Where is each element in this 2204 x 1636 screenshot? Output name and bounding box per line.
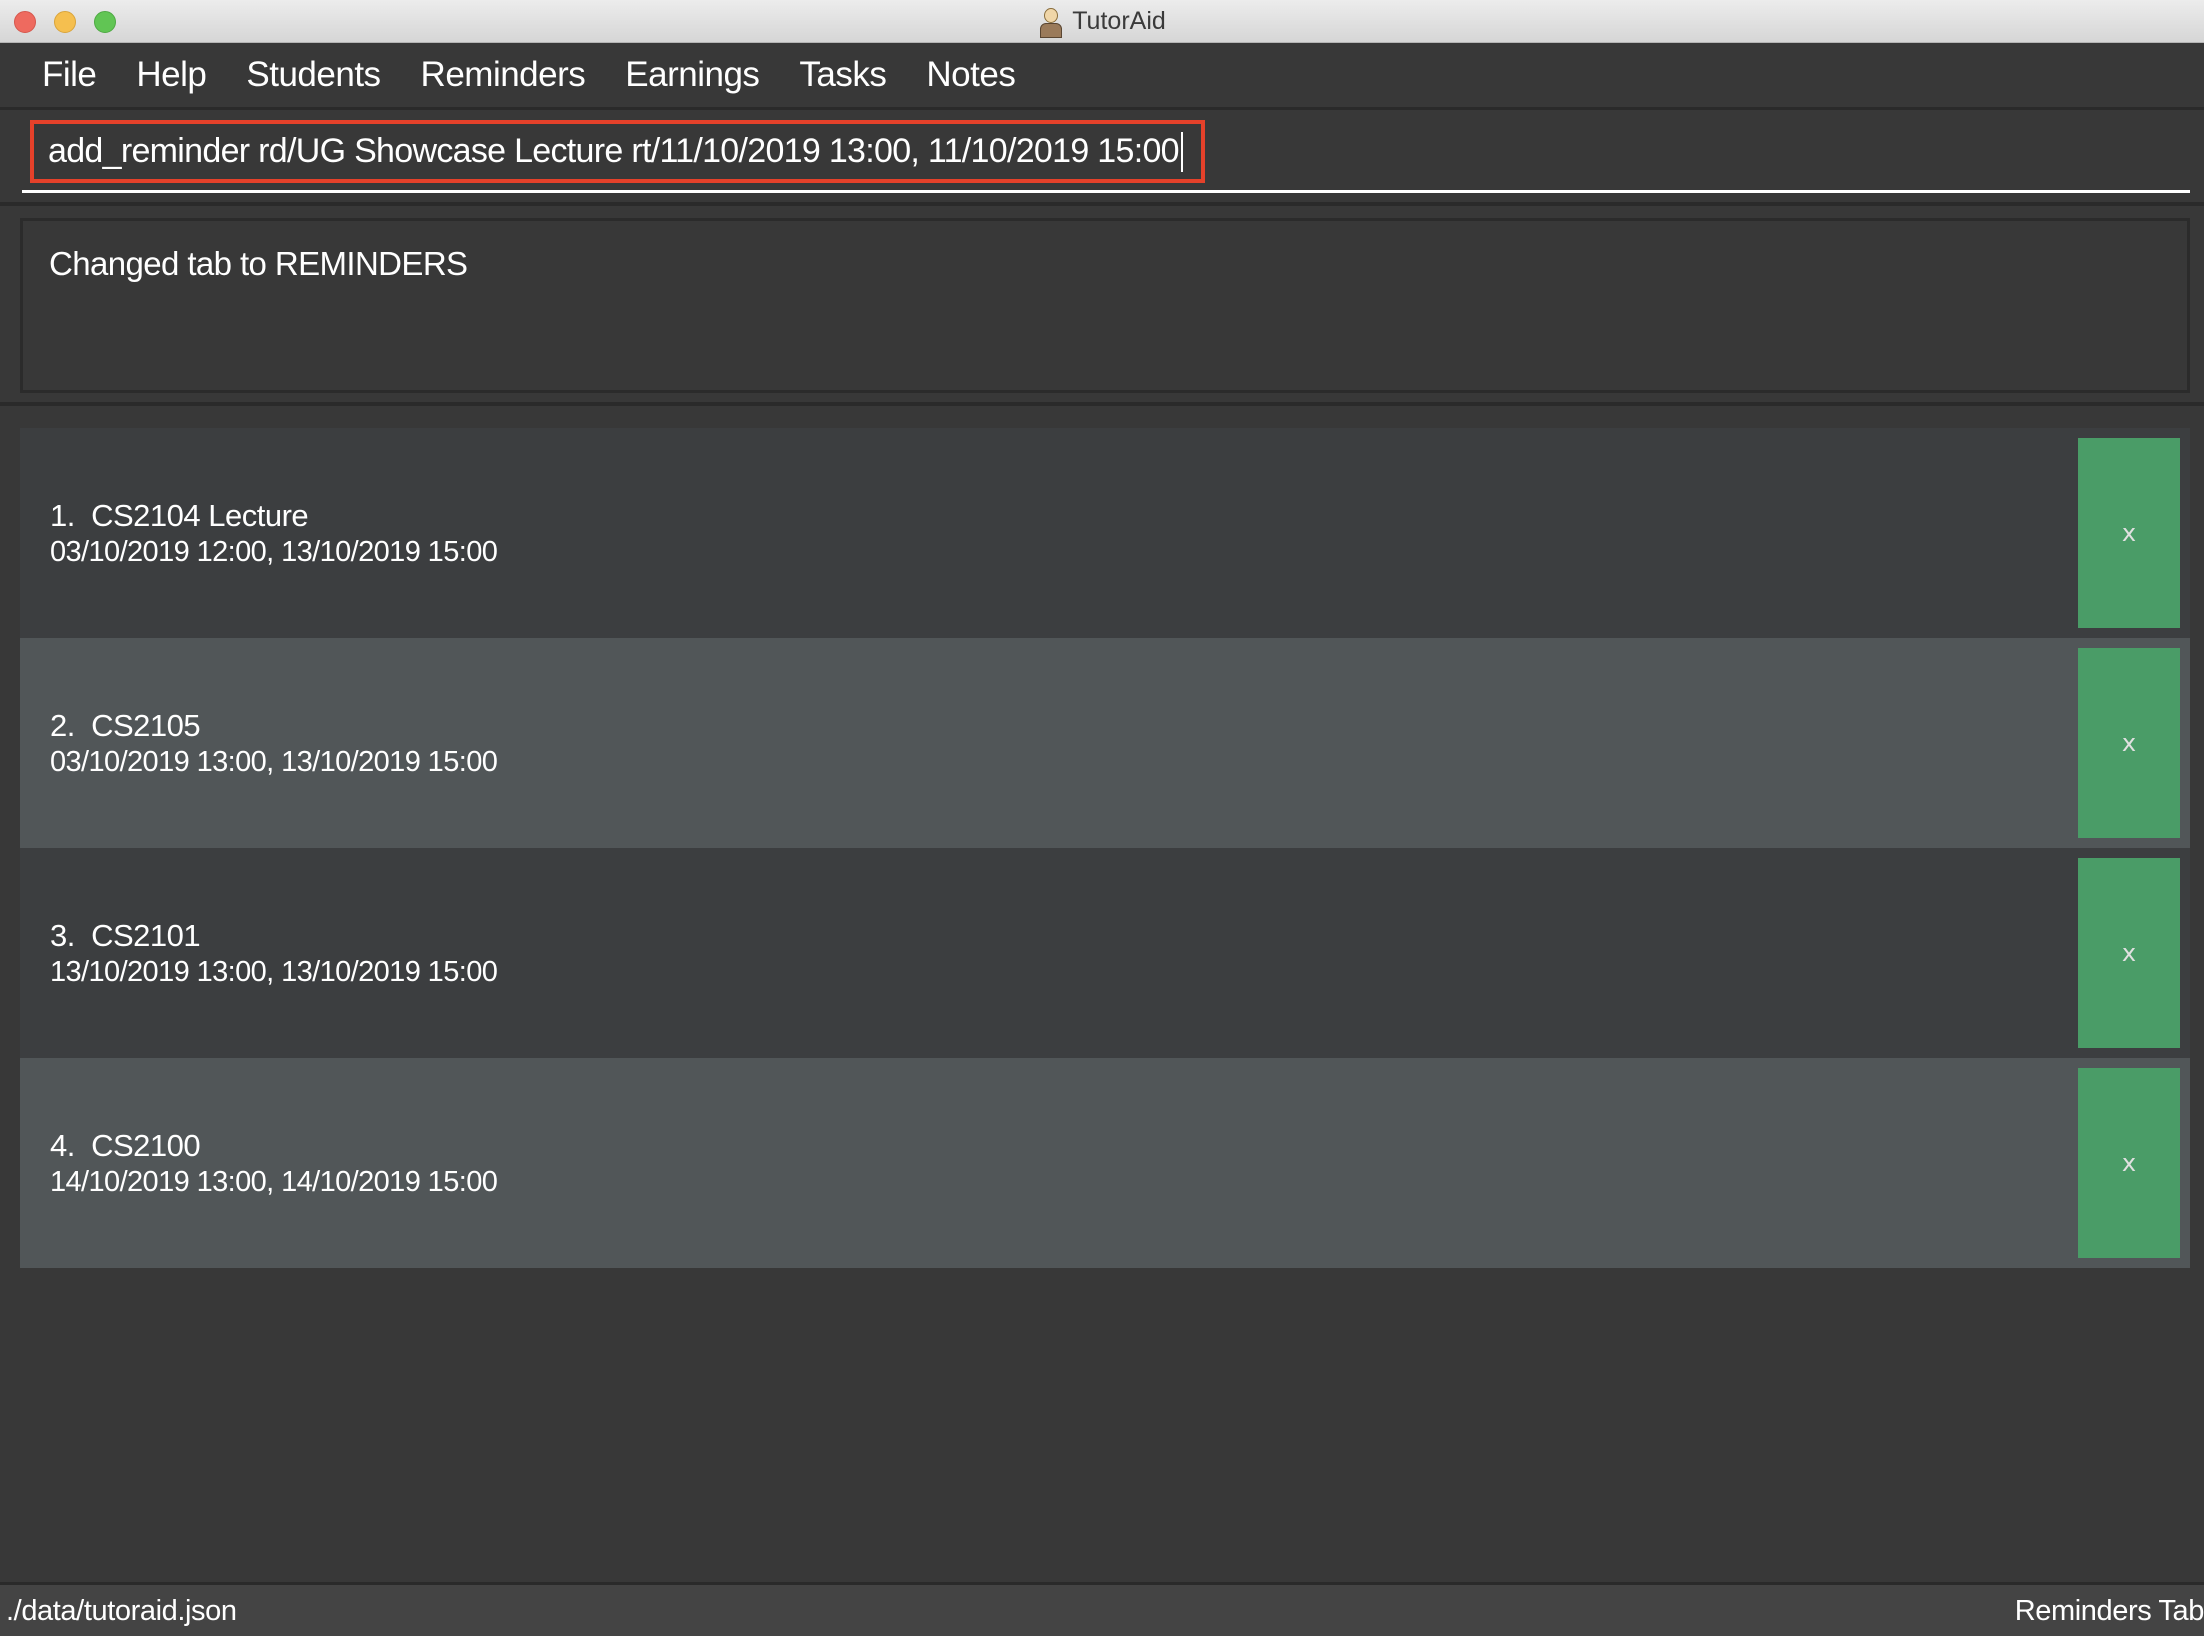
delete-reminder-button[interactable]: x <box>2078 858 2180 1048</box>
reminder-index: 3. <box>50 918 75 953</box>
reminder-title: 1. CS2104 Lecture <box>50 498 497 534</box>
reminder-time: 03/10/2019 13:00, 13/10/2019 15:00 <box>50 746 498 778</box>
result-area: Changed tab to REMINDERS <box>0 206 2204 406</box>
command-area: add_reminder rd/UG Showcase Lecture rt/1… <box>0 110 2204 206</box>
reminder-card[interactable]: 2. CS2105 03/10/2019 13:00, 13/10/2019 1… <box>20 638 2190 848</box>
menu-tasks[interactable]: Tasks <box>779 55 906 95</box>
menu-reminders[interactable]: Reminders <box>401 55 606 95</box>
delete-reminder-button[interactable]: x <box>2078 1068 2180 1258</box>
reminder-index: 2. <box>50 708 75 743</box>
menu-notes[interactable]: Notes <box>906 55 1035 95</box>
menu-students[interactable]: Students <box>226 55 400 95</box>
reminder-time: 13/10/2019 13:00, 13/10/2019 15:00 <box>50 956 498 988</box>
window-title-bar: TutorAid <box>0 0 2204 43</box>
command-input-underline <box>22 190 2190 193</box>
reminders-panel: 1. CS2104 Lecture 03/10/2019 12:00, 13/1… <box>0 406 2204 1582</box>
result-display[interactable]: Changed tab to REMINDERS <box>20 218 2190 393</box>
reminder-description: CS2101 <box>91 918 201 953</box>
reminder-description: CS2105 <box>91 708 201 743</box>
reminder-time: 03/10/2019 12:00, 13/10/2019 15:00 <box>50 536 498 568</box>
menu-help[interactable]: Help <box>116 55 226 95</box>
menu-earnings[interactable]: Earnings <box>605 55 779 95</box>
tutor-avatar-icon <box>1038 6 1064 38</box>
reminder-time: 14/10/2019 13:00, 14/10/2019 15:00 <box>50 1166 498 1198</box>
command-input-value[interactable]: add_reminder rd/UG Showcase Lecture rt/1… <box>48 132 1180 171</box>
reminder-card[interactable]: 3. CS2101 13/10/2019 13:00, 13/10/2019 1… <box>20 848 2190 1058</box>
reminder-info: 3. CS2101 13/10/2019 13:00, 13/10/2019 1… <box>50 918 498 990</box>
reminder-description: CS2100 <box>91 1128 201 1163</box>
reminder-list[interactable]: 1. CS2104 Lecture 03/10/2019 12:00, 13/1… <box>20 428 2190 1268</box>
reminder-title: 2. CS2105 <box>50 708 497 744</box>
command-input[interactable]: add_reminder rd/UG Showcase Lecture rt/1… <box>30 120 1205 183</box>
status-bar: ./data/tutoraid.json Reminders Tab <box>0 1582 2204 1636</box>
reminder-description: CS2104 Lecture <box>91 498 309 533</box>
reminder-index: 1. <box>50 498 75 533</box>
menu-bar: File Help Students Reminders Earnings Ta… <box>0 43 2204 110</box>
result-message: Changed tab to REMINDERS <box>49 245 468 282</box>
reminder-card[interactable]: 4. CS2100 14/10/2019 13:00, 14/10/2019 1… <box>20 1058 2190 1268</box>
app-title: TutorAid <box>1072 7 1166 35</box>
delete-reminder-button[interactable]: x <box>2078 648 2180 838</box>
reminder-index: 4. <box>50 1128 75 1163</box>
menu-file[interactable]: File <box>22 55 116 95</box>
text-caret <box>1180 131 1183 172</box>
reminder-title: 3. CS2101 <box>50 918 497 954</box>
data-file-path: ./data/tutoraid.json <box>6 1595 237 1627</box>
reminder-info: 4. CS2100 14/10/2019 13:00, 14/10/2019 1… <box>50 1128 498 1200</box>
delete-reminder-button[interactable]: x <box>2078 438 2180 628</box>
reminder-title: 4. CS2100 <box>50 1128 497 1164</box>
current-tab-label: Reminders Tab <box>2014 1595 2204 1627</box>
reminder-card[interactable]: 1. CS2104 Lecture 03/10/2019 12:00, 13/1… <box>20 428 2190 638</box>
window-title: TutorAid <box>0 0 2204 43</box>
reminder-info: 1. CS2104 Lecture 03/10/2019 12:00, 13/1… <box>50 498 498 570</box>
reminder-info: 2. CS2105 03/10/2019 13:00, 13/10/2019 1… <box>50 708 498 780</box>
